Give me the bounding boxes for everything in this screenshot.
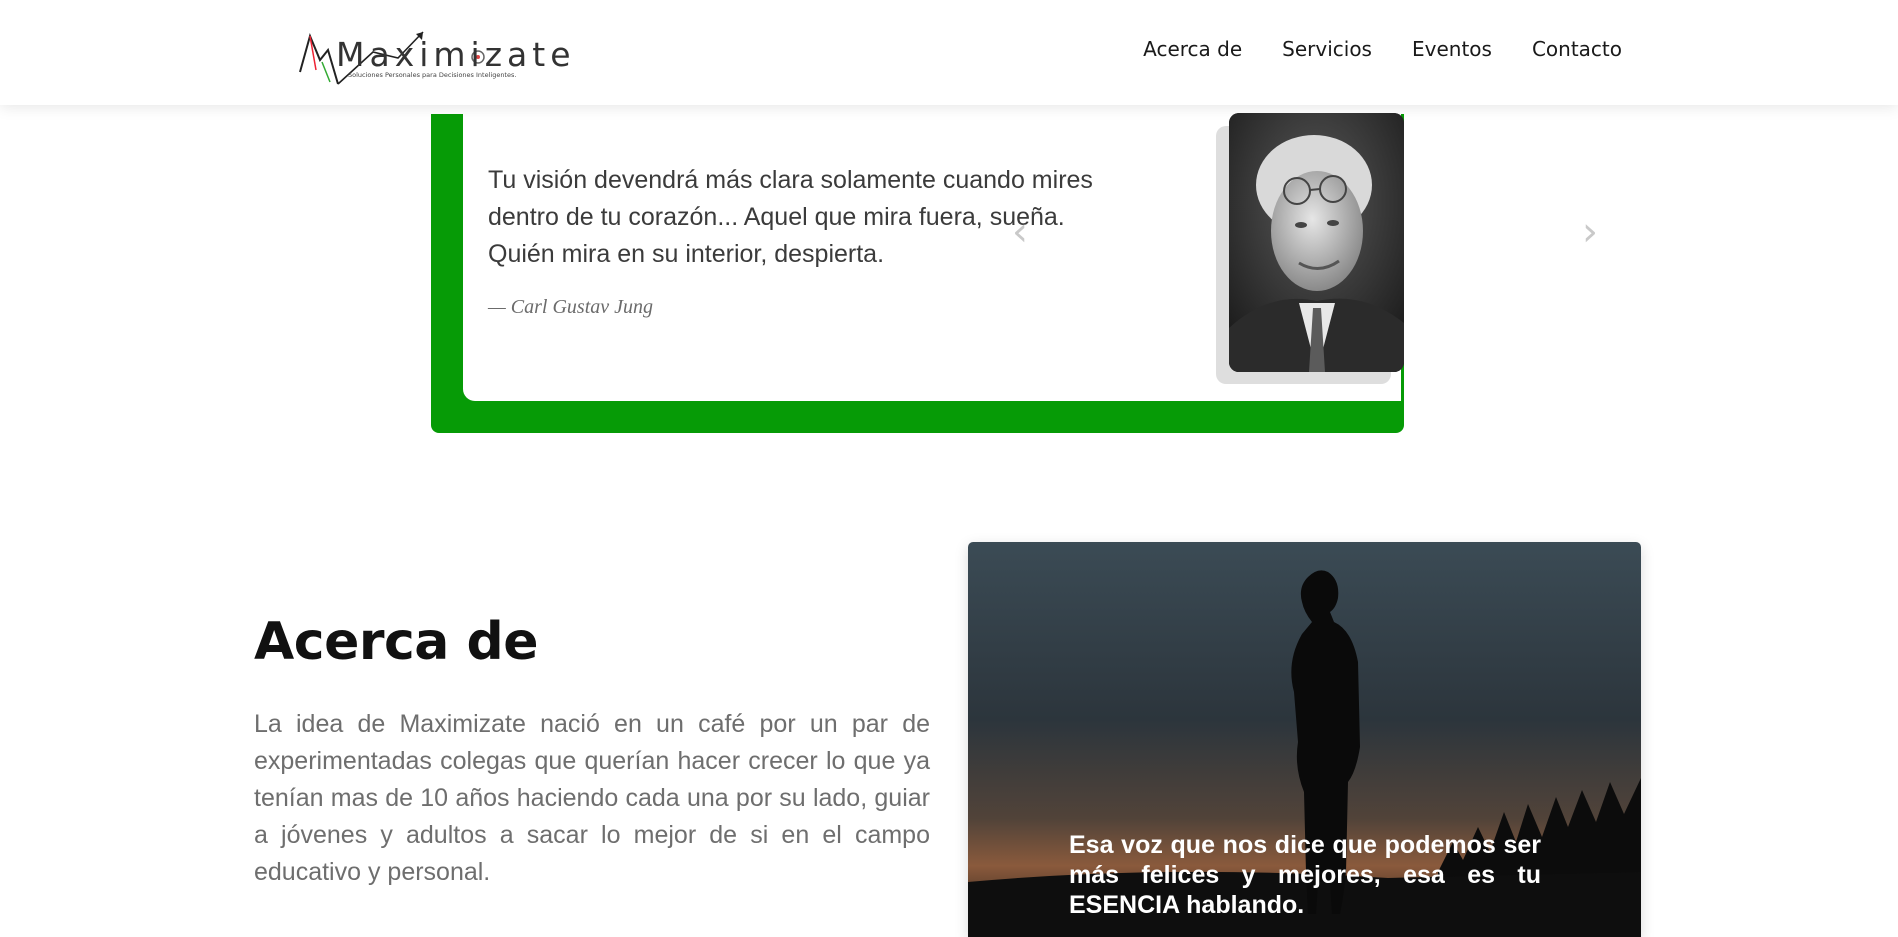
nav-item-acerca-de[interactable]: Acerca de: [1143, 37, 1242, 61]
author-portrait: [1229, 113, 1404, 372]
main-nav: Acerca de Servicios Eventos Contacto: [1143, 37, 1622, 61]
carousel-next-button[interactable]: ›: [1570, 212, 1610, 252]
about-body: La idea de Maximizate nació en un café p…: [254, 710, 930, 886]
site-header: Maximizate Soluciones Personales para De…: [0, 0, 1898, 105]
carousel-caption: Esa voz que nos dice que podemos ser más…: [1069, 831, 1541, 919]
quote-author: — Carl Gustav Jung: [488, 296, 653, 318]
chevron-left-icon: ‹: [1012, 209, 1028, 255]
nav-item-servicios[interactable]: Servicios: [1282, 37, 1372, 61]
about-title: Acerca de: [254, 612, 539, 672]
nav-item-eventos[interactable]: Eventos: [1412, 37, 1492, 61]
nav-item-contacto[interactable]: Contacto: [1532, 37, 1622, 61]
site-logo[interactable]: Maximizate Soluciones Personales para De…: [298, 12, 571, 90]
logo-tagline: Soluciones Personales para Decisiones In…: [348, 71, 517, 79]
logo-wordmark: Maximizate: [336, 35, 576, 74]
carousel-prev-button[interactable]: ‹: [1000, 212, 1040, 252]
chevron-right-icon: ›: [1582, 209, 1598, 255]
